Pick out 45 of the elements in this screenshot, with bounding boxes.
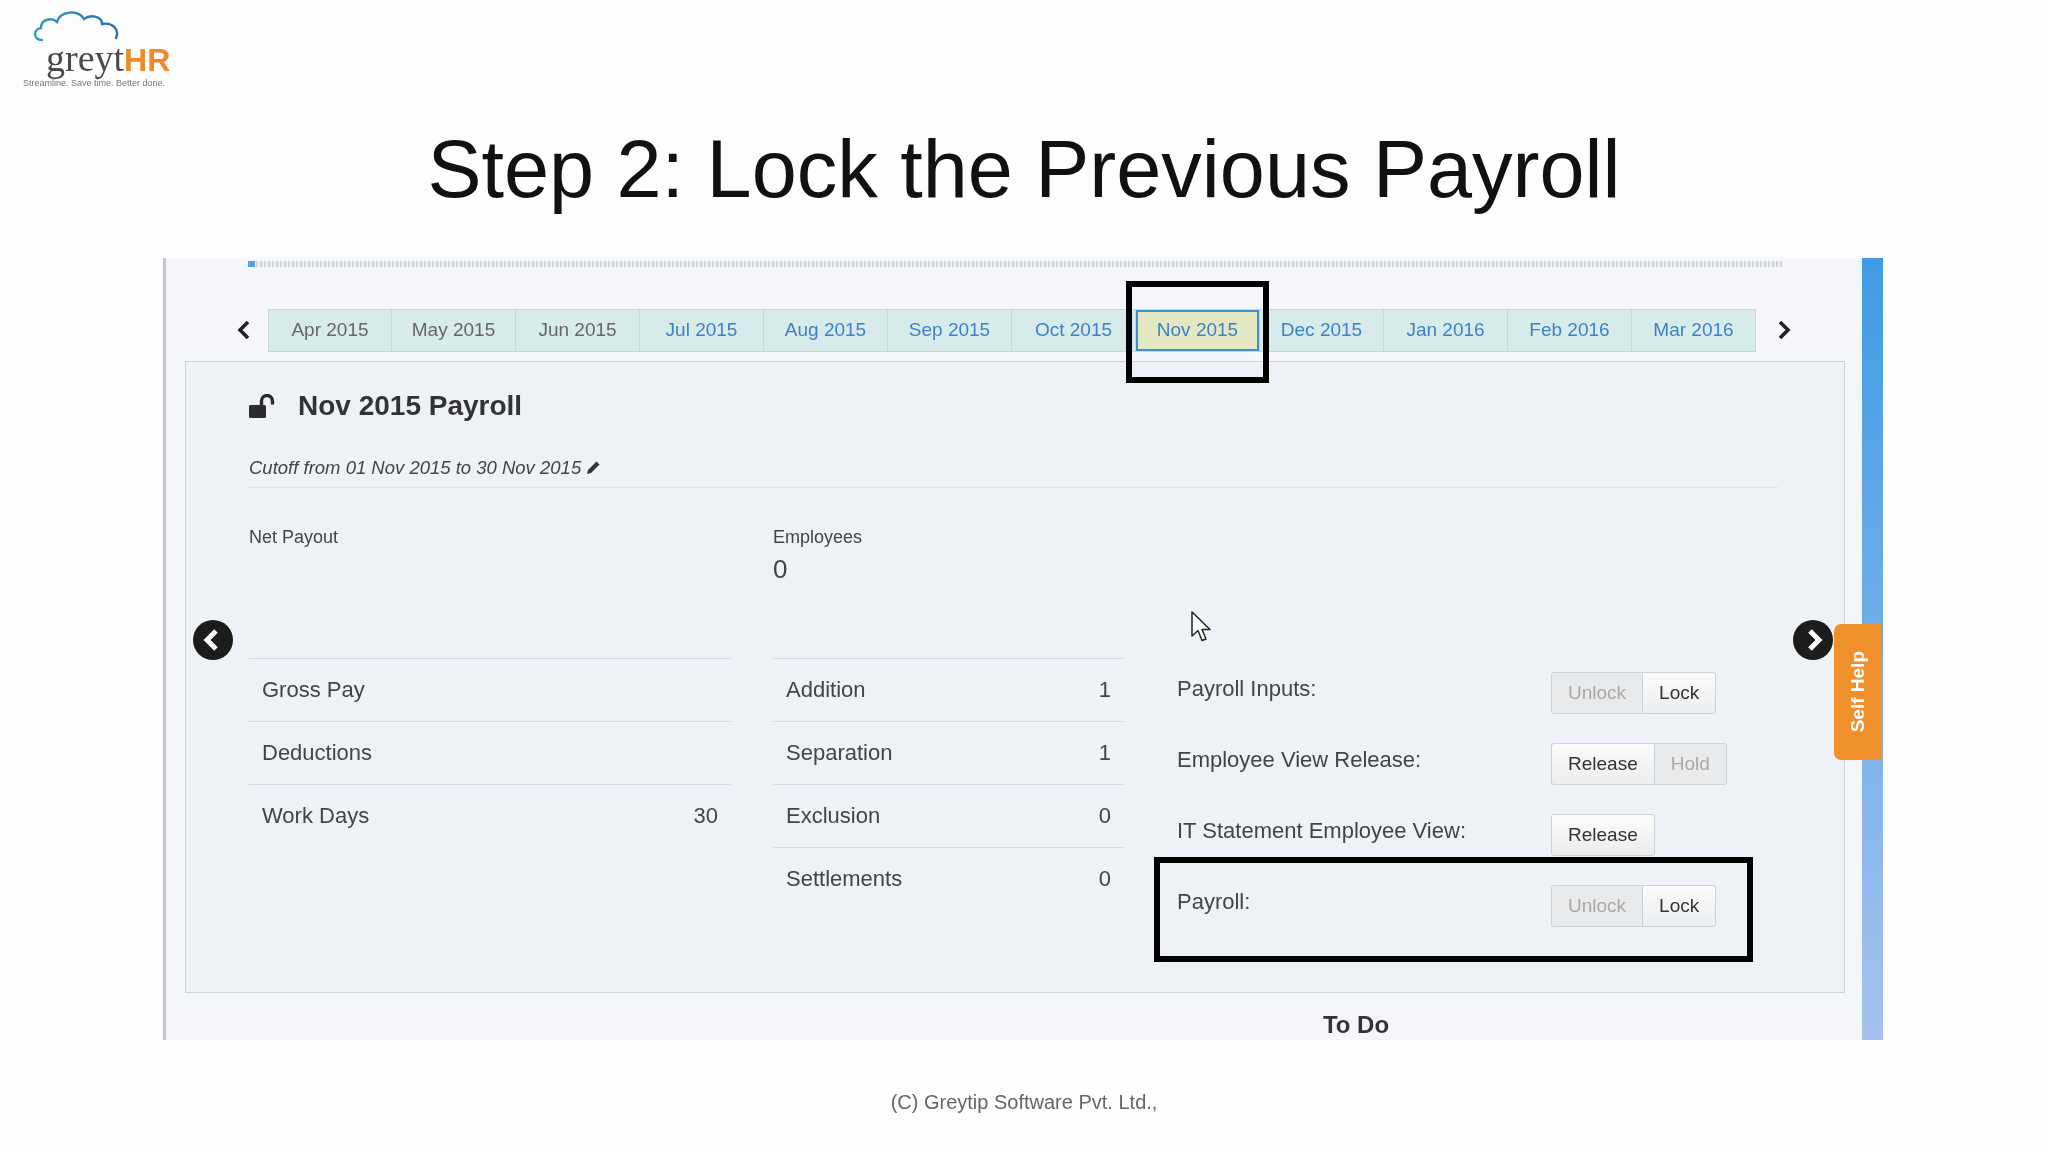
month-tab[interactable]: Mar 2016 bbox=[1632, 308, 1756, 352]
employees-count: 0 bbox=[773, 553, 788, 584]
month-tab[interactable]: Sep 2015 bbox=[888, 308, 1012, 352]
month-tab[interactable]: Oct 2015 bbox=[1012, 308, 1136, 352]
summary-label: Gross Pay bbox=[262, 676, 365, 703]
toggle-button[interactable]: Lock bbox=[1642, 671, 1717, 714]
chevron-left-icon[interactable] bbox=[236, 319, 252, 342]
change-label: Separation bbox=[786, 739, 893, 766]
month-tab[interactable]: Aug 2015 bbox=[764, 308, 888, 352]
section-heading: To Do bbox=[1322, 1011, 1390, 1038]
slide-title: Step 2: Lock the Previous Payroll bbox=[427, 124, 1621, 214]
footer-text: (C) Greytip Software Pvt. Ltd., bbox=[890, 1091, 1158, 1113]
circle-chevron-left-icon[interactable] bbox=[193, 619, 233, 660]
change-count: 0 bbox=[1098, 802, 1111, 829]
month-tab[interactable]: Jul 2015 bbox=[640, 308, 764, 352]
toggle-button[interactable]: Release bbox=[1551, 813, 1655, 856]
change-label: Exclusion bbox=[786, 802, 881, 829]
cutoff-text: Cutoff from 01 Nov 2015 to 30 Nov 2015 bbox=[249, 456, 582, 479]
chevron-right-icon[interactable] bbox=[1776, 319, 1792, 342]
change-count: 1 bbox=[1098, 739, 1111, 766]
summary-label: Work Days bbox=[262, 802, 370, 829]
circle-chevron-right-icon[interactable] bbox=[1793, 619, 1833, 660]
change-label: Addition bbox=[786, 676, 866, 703]
toggle-button[interactable]: Lock bbox=[1642, 884, 1717, 927]
toggle-button[interactable]: Release bbox=[1551, 742, 1655, 785]
summary-label: Deductions bbox=[262, 739, 373, 766]
summary-value: 30 bbox=[693, 802, 718, 829]
payroll-title: Nov 2015 Payroll bbox=[298, 389, 523, 422]
self-help-tab[interactable]: Self Help bbox=[1834, 624, 1881, 760]
net-payout-label: Net Payout bbox=[249, 525, 339, 548]
logo-tagline: Streamline. Save time. Better done. bbox=[23, 78, 166, 89]
change-label: Settlements bbox=[786, 865, 903, 892]
control-label: Employee View Release: bbox=[1177, 747, 1422, 772]
month-tab[interactable]: Jan 2016 bbox=[1384, 308, 1508, 352]
mouse-pointer-icon bbox=[1191, 610, 1212, 643]
employees-label: Employees bbox=[773, 525, 863, 548]
control-label: Payroll: bbox=[1177, 889, 1251, 914]
control-label: Payroll Inputs: bbox=[1177, 676, 1317, 701]
control-label: IT Statement Employee View: bbox=[1177, 818, 1466, 843]
month-tab[interactable]: Dec 2015 bbox=[1260, 308, 1384, 352]
pencil-icon[interactable] bbox=[586, 460, 602, 476]
month-tab[interactable]: Feb 2016 bbox=[1508, 308, 1632, 352]
change-count: 0 bbox=[1098, 865, 1111, 892]
logo-wordmark: greytHR bbox=[46, 41, 171, 77]
change-count: 1 bbox=[1098, 676, 1111, 703]
